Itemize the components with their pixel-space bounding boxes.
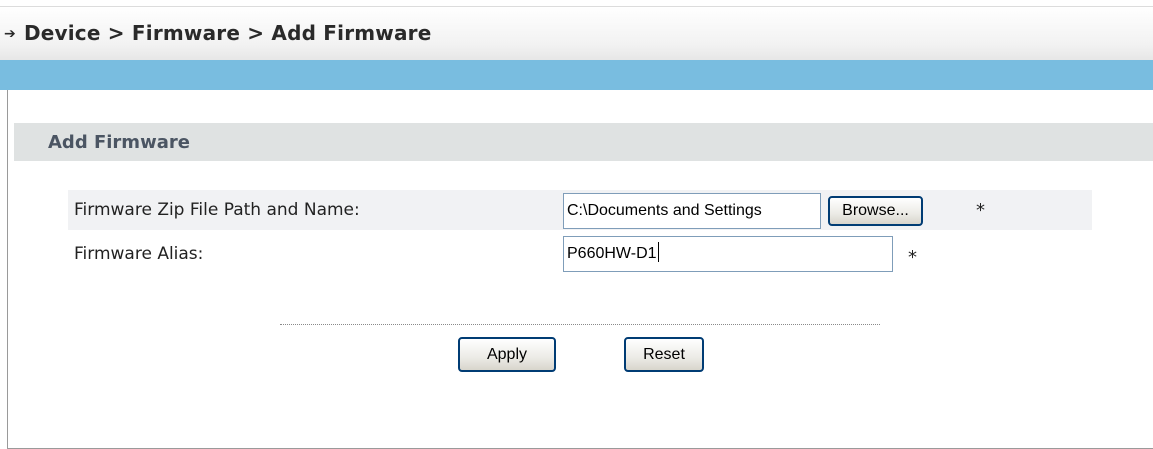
firmware-alias-row: Firmware Alias: P660HW-D1 *: [68, 234, 1092, 274]
arrow-right-icon: ➔: [4, 26, 16, 42]
required-marker: *: [908, 247, 917, 268]
dotted-divider: [280, 324, 880, 325]
section-header: Add Firmware: [14, 123, 1153, 161]
firmware-alias-input[interactable]: P660HW-D1: [563, 236, 893, 272]
breadcrumb-text: Device > Firmware > Add Firmware: [23, 21, 432, 45]
breadcrumb-bar: ➔ Device > Firmware > Add Firmware: [0, 6, 1153, 61]
firmware-alias-label: Firmware Alias:: [74, 244, 204, 264]
firmware-alias-value: P660HW-D1: [567, 245, 657, 262]
add-firmware-page: ➔ Device > Firmware > Add Firmware Add Fi…: [0, 0, 1153, 449]
apply-button[interactable]: Apply: [458, 337, 556, 372]
header-band: [0, 60, 1153, 90]
browse-button[interactable]: Browse...: [828, 196, 923, 226]
text-caret: [657, 242, 659, 262]
reset-button[interactable]: Reset: [624, 337, 704, 372]
required-marker: *: [976, 200, 985, 221]
firmware-file-input[interactable]: C:\Documents and Settings: [563, 193, 821, 229]
breadcrumb: ➔ Device > Firmware > Add Firmware: [4, 21, 432, 45]
section-title: Add Firmware: [48, 132, 190, 153]
firmware-file-row: Firmware Zip File Path and Name: C:\Docu…: [68, 190, 1092, 230]
firmware-file-label: Firmware Zip File Path and Name:: [74, 200, 360, 220]
